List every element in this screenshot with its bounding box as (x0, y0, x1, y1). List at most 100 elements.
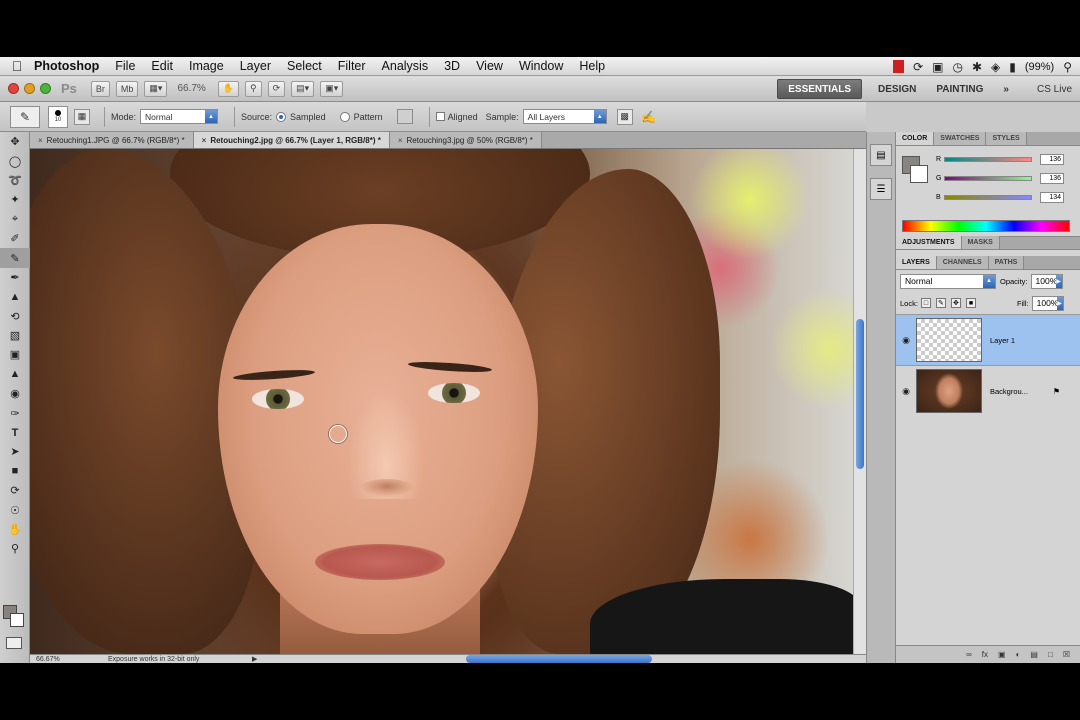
crop-tool-icon[interactable]: ⌖ (0, 210, 30, 229)
workspace-design[interactable]: DESIGN (868, 76, 926, 102)
vertical-scroll-thumb[interactable] (856, 319, 864, 469)
apple-icon[interactable]:  (0, 58, 34, 74)
layer-name[interactable]: Backgrou... (990, 387, 1028, 396)
battery-icon[interactable]: ▮ (1009, 60, 1016, 74)
lock-transparent-icon[interactable]: □ (920, 298, 931, 308)
tab-paths[interactable]: PATHS (988, 256, 1025, 269)
visibility-eye-icon[interactable]: ◉ (896, 386, 916, 397)
zoom-level[interactable]: 66.7% (177, 83, 205, 94)
ignore-adjustment-layers-button[interactable]: ▩ (616, 108, 633, 125)
opacity-input[interactable]: 100% ▶ (1030, 273, 1063, 289)
time-machine-icon[interactable]: ◷ (952, 60, 962, 74)
background-color-swatch[interactable] (10, 613, 24, 627)
lasso-tool-icon[interactable]: ➰ (0, 171, 30, 190)
tab-swatches[interactable]: SWATCHES (934, 132, 987, 145)
eyedropper-tool-icon[interactable]: ✐ (0, 229, 30, 248)
color-bg-swatch[interactable] (910, 165, 928, 183)
g-slider[interactable] (944, 175, 1032, 181)
bluetooth-icon[interactable]: ✱ (972, 60, 982, 74)
menu-analysis[interactable]: Analysis (382, 59, 429, 73)
history-brush-tool-icon[interactable]: ⟲ (0, 307, 30, 326)
move-tool-icon[interactable]: ✥ (0, 132, 30, 151)
cs-live-button[interactable]: CS Live (1029, 84, 1080, 95)
workspace-more[interactable]: » (993, 76, 1019, 102)
color-spectrum[interactable] (902, 220, 1070, 232)
record-icon[interactable] (893, 60, 905, 73)
close-button[interactable] (8, 83, 19, 94)
b-value-input[interactable]: 134 (1040, 191, 1064, 203)
minimize-button[interactable] (24, 83, 35, 94)
history-panel-icon[interactable]: ☰ (870, 178, 892, 200)
eraser-tool-icon[interactable]: ▧ (0, 326, 30, 345)
fill-input[interactable]: 100% ▶ (1031, 295, 1064, 311)
tab-masks[interactable]: MASKS (961, 236, 1000, 249)
clone-stamp-tool-icon[interactable]: ▲ (0, 287, 30, 306)
aligned-checkbox[interactable]: Aligned (435, 112, 478, 122)
tab-adjustments[interactable]: ADJUSTMENTS (896, 236, 962, 249)
screen-mode-button[interactable]: ▣▾ (320, 80, 344, 97)
menu-filter[interactable]: Filter (338, 59, 366, 73)
quick-mask-icon[interactable] (6, 637, 22, 649)
document-canvas[interactable] (30, 149, 853, 654)
app-menu[interactable]: Photoshop (34, 59, 99, 73)
status-arrow-icon[interactable]: ▶ (252, 655, 257, 663)
doc-tab-retouching1[interactable]: × Retouching1.JPG @ 66.7% (RGB/8*) * (30, 132, 194, 148)
dodge-tool-icon[interactable]: ◉ (0, 384, 30, 403)
3d-rotate-tool-icon[interactable]: ⟳ (0, 481, 30, 500)
r-value-input[interactable]: 136 (1040, 153, 1064, 165)
g-value-input[interactable]: 136 (1040, 172, 1064, 184)
sample-select[interactable]: All Layers ▲ (522, 109, 607, 124)
close-icon[interactable]: × (38, 136, 43, 145)
type-tool-icon[interactable]: T (0, 423, 30, 442)
add-mask-icon[interactable]: ▣ (998, 650, 1006, 659)
workspace-essentials[interactable]: ESSENTIALS (777, 79, 863, 99)
menu-select[interactable]: Select (287, 59, 322, 73)
shape-tool-icon[interactable]: ■ (0, 462, 30, 481)
layer-row-background[interactable]: ◉ Backgrou... ⚑ (896, 365, 1080, 416)
menu-layer[interactable]: Layer (240, 59, 271, 73)
zoom-button[interactable] (40, 83, 51, 94)
menu-window[interactable]: Window (519, 59, 563, 73)
arrange-docs-button[interactable]: ▤▾ (291, 80, 315, 97)
menu-3d[interactable]: 3D (444, 59, 460, 73)
healing-brush-tool-icon[interactable]: ✎ (0, 248, 30, 268)
3d-orbit-tool-icon[interactable]: ☉ (0, 500, 30, 519)
source-pattern-radio[interactable]: Pattern (339, 111, 383, 122)
marquee-tool-icon[interactable]: ◯ (0, 151, 30, 170)
menu-edit[interactable]: Edit (151, 59, 173, 73)
visibility-eye-icon[interactable]: ◉ (896, 335, 916, 346)
new-group-icon[interactable]: ▤ (1030, 650, 1038, 659)
r-slider[interactable] (944, 156, 1032, 162)
status-zoom[interactable]: 66.67% (30, 656, 78, 663)
workspace-painting[interactable]: PAINTING (926, 76, 993, 102)
hand-tool-button[interactable]: ✋ (217, 80, 240, 97)
blend-mode-select[interactable]: Normal ▲ (900, 273, 996, 289)
minibridge-button[interactable]: Mb (115, 80, 139, 97)
menu-help[interactable]: Help (579, 59, 605, 73)
zoom-tool-button[interactable]: ⚲ (245, 80, 262, 97)
clone-source-panel-button[interactable]: ▦ (74, 108, 90, 125)
tab-color[interactable]: COLOR (896, 132, 935, 145)
b-slider[interactable] (944, 194, 1032, 200)
brush-preset-picker[interactable]: 10 (48, 105, 68, 128)
mode-select[interactable]: Normal ▲ (140, 109, 219, 124)
adjustment-layer-icon[interactable]: ◐ (1016, 650, 1021, 659)
horizontal-scroll-thumb[interactable] (466, 655, 652, 663)
layer-row-layer-1[interactable]: ◉ Layer 1 (896, 314, 1080, 365)
layer-name[interactable]: Layer 1 (990, 336, 1015, 345)
path-select-tool-icon[interactable]: ➤ (0, 442, 30, 461)
lock-image-icon[interactable]: ✎ (935, 298, 946, 308)
hand-tool-icon[interactable]: ✋ (0, 520, 30, 539)
pattern-picker[interactable] (396, 109, 413, 124)
gradient-tool-icon[interactable]: ▣ (0, 345, 30, 364)
menu-view[interactable]: View (476, 59, 503, 73)
tab-channels[interactable]: CHANNELS (936, 256, 989, 269)
menu-image[interactable]: Image (189, 59, 224, 73)
lock-all-icon[interactable]: ■ (965, 298, 976, 308)
doc-tab-retouching3[interactable]: × Retouching3.jpg @ 50% (RGB/8*) * (389, 132, 542, 148)
menu-file[interactable]: File (115, 59, 135, 73)
display-icon[interactable]: ▣ (932, 60, 943, 74)
pen-tool-icon[interactable]: ✑ (0, 403, 30, 422)
sync-icon[interactable]: ⟳ (913, 60, 923, 74)
rotate-view-button[interactable]: ⟳ (267, 80, 286, 97)
